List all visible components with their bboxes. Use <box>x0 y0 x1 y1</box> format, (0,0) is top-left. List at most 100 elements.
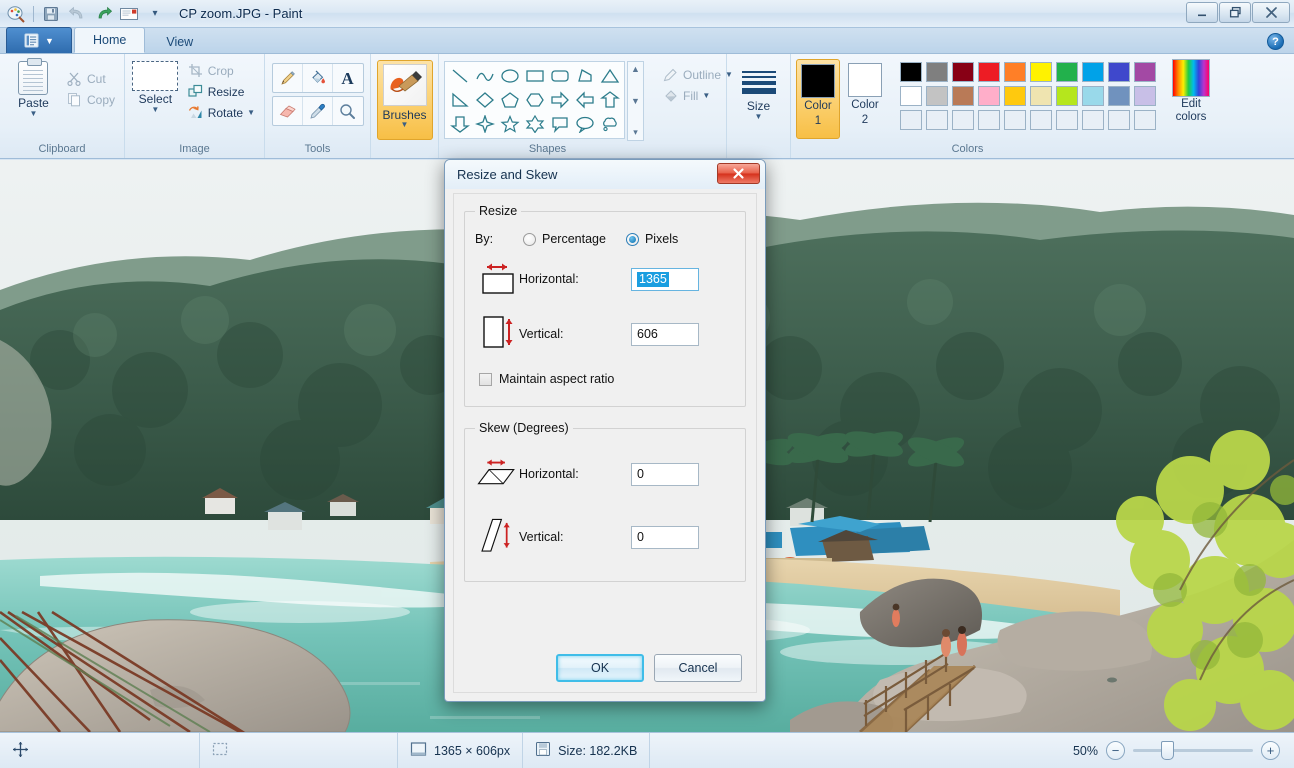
select-button[interactable]: Select ▼ <box>130 59 181 114</box>
color1-button[interactable]: Color 1 <box>796 59 840 139</box>
palette-swatch-1-0[interactable] <box>900 86 922 106</box>
zoom-in-button[interactable]: + <box>1261 741 1280 760</box>
eraser-icon[interactable] <box>273 97 303 125</box>
minimize-button[interactable] <box>1186 2 1218 23</box>
scroll-down-icon[interactable]: ▼ <box>631 96 640 106</box>
palette-swatch-2-0[interactable] <box>900 110 922 130</box>
pixels-radio-option[interactable]: Pixels <box>625 232 678 246</box>
palette-swatch-2-1[interactable] <box>926 110 948 130</box>
palette-swatch-1-1[interactable] <box>926 86 948 106</box>
shapes-scrollbar[interactable]: ▲ ▼ ▾ <box>627 61 644 141</box>
size-caret-icon[interactable]: ▼ <box>755 113 763 121</box>
zoom-slider-thumb[interactable] <box>1161 741 1174 760</box>
edit-colors-button[interactable]: Edit colors <box>1165 59 1217 123</box>
palette-swatch-0-7[interactable] <box>1082 62 1104 82</box>
palette-swatch-1-7[interactable] <box>1082 86 1104 106</box>
fill-bucket-icon[interactable] <box>303 64 333 92</box>
palette-swatch-2-9[interactable] <box>1134 110 1156 130</box>
help-icon[interactable]: ? <box>1267 33 1284 50</box>
shape-curve-icon[interactable] <box>472 64 497 88</box>
rotate-caret-icon[interactable]: ▼ <box>247 107 255 119</box>
shapes-gallery[interactable]: ▲ ▼ ▾ <box>444 61 644 141</box>
outline-button[interactable]: Outline ▼ <box>659 65 737 85</box>
dialog-close-button[interactable] <box>717 163 760 184</box>
shape-up-arrow-icon[interactable] <box>597 88 622 112</box>
palette-swatch-1-3[interactable] <box>978 86 1000 106</box>
fill-button[interactable]: Fill ▼ <box>659 86 737 106</box>
redo-icon[interactable] <box>91 3 115 25</box>
copy-button[interactable]: Copy <box>63 90 119 110</box>
palette-swatch-1-4[interactable] <box>1004 86 1026 106</box>
palette-swatch-0-6[interactable] <box>1056 62 1078 82</box>
shape-down-arrow-icon[interactable] <box>447 112 472 136</box>
save-icon[interactable] <box>39 3 63 25</box>
rotate-button[interactable]: Rotate ▼ <box>184 103 259 123</box>
size-button[interactable]: Size ▼ <box>732 69 785 121</box>
shape-hexagon-icon[interactable] <box>522 88 547 112</box>
scroll-up-icon[interactable]: ▲ <box>631 64 640 74</box>
shape-right-arrow-icon[interactable] <box>547 88 572 112</box>
text-icon[interactable]: A <box>333 64 363 92</box>
zoom-slider[interactable] <box>1133 741 1253 760</box>
paste-caret-icon[interactable]: ▼ <box>30 110 38 118</box>
palette-swatch-2-2[interactable] <box>952 110 974 130</box>
palette-swatch-0-3[interactable] <box>978 62 1000 82</box>
brushes-button[interactable]: Brushes ▼ <box>376 60 433 140</box>
palette-swatch-0-5[interactable] <box>1030 62 1052 82</box>
color-palette[interactable] <box>898 61 1158 133</box>
skew-vertical-input[interactable] <box>631 525 699 549</box>
file-menu-button[interactable]: ▼ <box>6 27 72 53</box>
fill-caret-icon[interactable]: ▼ <box>702 90 710 102</box>
zoom-out-button[interactable]: − <box>1106 741 1125 760</box>
palette-swatch-2-6[interactable] <box>1056 110 1078 130</box>
paint-app-icon[interactable] <box>4 3 28 25</box>
shape-rectangle-icon[interactable] <box>522 64 547 88</box>
palette-swatch-1-2[interactable] <box>952 86 974 106</box>
percentage-radio-option[interactable]: Percentage <box>523 232 606 246</box>
select-caret-icon[interactable]: ▼ <box>151 106 159 114</box>
palette-swatch-1-9[interactable] <box>1134 86 1156 106</box>
palette-swatch-2-5[interactable] <box>1030 110 1052 130</box>
palette-swatch-1-6[interactable] <box>1056 86 1078 106</box>
maintain-aspect-ratio-row[interactable]: Maintain aspect ratio <box>479 372 735 386</box>
palette-swatch-2-4[interactable] <box>1004 110 1026 130</box>
palette-swatch-0-8[interactable] <box>1108 62 1130 82</box>
shape-six-point-star-icon[interactable] <box>522 112 547 136</box>
shape-five-point-star-icon[interactable] <box>497 112 522 136</box>
shape-oval-icon[interactable] <box>497 64 522 88</box>
pixels-radio[interactable] <box>625 232 639 246</box>
shape-rounded-callout-icon[interactable] <box>547 112 572 136</box>
tab-view[interactable]: View <box>147 30 212 53</box>
palette-swatch-0-2[interactable] <box>952 62 974 82</box>
palette-swatch-1-5[interactable] <box>1030 86 1052 106</box>
color2-button[interactable]: Color 2 <box>843 59 887 129</box>
resize-vertical-input[interactable] <box>631 322 699 346</box>
cancel-button[interactable]: Cancel <box>654 654 742 682</box>
shape-right-triangle-icon[interactable] <box>447 88 472 112</box>
crop-button[interactable]: Crop <box>184 61 259 81</box>
color-picker-icon[interactable] <box>303 97 333 125</box>
dialog-title-bar[interactable]: Resize and Skew <box>445 160 765 189</box>
palette-swatch-0-0[interactable] <box>900 62 922 82</box>
maintain-aspect-ratio-checkbox[interactable] <box>479 372 492 386</box>
shape-rounded-rectangle-icon[interactable] <box>547 64 572 88</box>
cut-button[interactable]: Cut <box>63 69 119 89</box>
palette-swatch-1-8[interactable] <box>1108 86 1130 106</box>
brushes-caret-icon[interactable]: ▼ <box>401 121 409 129</box>
palette-swatch-0-9[interactable] <box>1134 62 1156 82</box>
paste-button[interactable]: Paste ▼ <box>11 58 56 118</box>
undo-icon[interactable] <box>65 3 89 25</box>
palette-swatch-2-7[interactable] <box>1082 110 1104 130</box>
close-button[interactable] <box>1252 2 1290 23</box>
email-icon[interactable] <box>117 3 141 25</box>
palette-swatch-2-8[interactable] <box>1108 110 1130 130</box>
magnifier-icon[interactable] <box>333 97 363 125</box>
palette-swatch-2-3[interactable] <box>978 110 1000 130</box>
scroll-more-icon[interactable]: ▾ <box>633 127 638 138</box>
restore-button[interactable] <box>1219 2 1251 23</box>
resize-button[interactable]: Resize <box>184 82 259 102</box>
shape-four-point-star-icon[interactable] <box>472 112 497 136</box>
shape-polygon-icon[interactable] <box>572 64 597 88</box>
skew-horizontal-input[interactable] <box>631 462 699 486</box>
tab-home[interactable]: Home <box>74 27 146 53</box>
